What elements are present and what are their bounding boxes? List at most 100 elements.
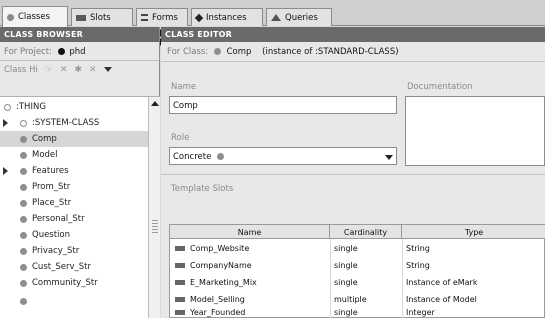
tab-label: Instances [206, 12, 247, 23]
for-class-line: For Class: Comp (instance of :STANDARD-C… [161, 42, 545, 60]
tree-item-community-str[interactable]: Community_Str [0, 275, 148, 291]
tree-item-label: Comp [32, 134, 57, 144]
tab-instances[interactable]: Instances [191, 8, 263, 26]
column-header-name[interactable]: Name [170, 225, 330, 239]
class-dot-icon [217, 153, 224, 160]
slot-cardinality: single [334, 278, 358, 287]
hierarchy-label: Class Hi [4, 64, 38, 75]
tree-item-label: Community_Str [32, 278, 98, 288]
slot-type: String [406, 244, 430, 253]
class-dot-icon [20, 135, 27, 143]
table-row[interactable]: CompanyName single String [170, 257, 545, 274]
role-select[interactable]: Concrete [169, 147, 397, 165]
slot-name: CompanyName [190, 261, 252, 270]
class-dot-icon [20, 279, 27, 287]
slot-name: Comp_Website [190, 244, 250, 253]
class-dot-icon [20, 263, 27, 271]
table-row[interactable]: Year_Founded single Integer [170, 308, 545, 318]
delete-class-icon[interactable]: ✕ [89, 65, 97, 75]
class-dot-icon [20, 215, 27, 223]
slot-type: Integer [406, 308, 435, 317]
class-dot-icon [4, 103, 11, 111]
tree-item-label: Place_Str [32, 198, 72, 208]
tab-label: Queries [285, 12, 318, 23]
project-dot-icon [57, 48, 65, 55]
chevron-down-icon[interactable] [385, 155, 393, 160]
slot-name: Year_Founded [190, 308, 246, 317]
slot-type: Instance of Model [406, 295, 477, 304]
queries-triangle-icon [271, 14, 281, 21]
class-dot-icon [20, 183, 27, 191]
slot-type: Instance of eMark [406, 278, 478, 287]
instance-of-text: (instance of :STANDARD-CLASS) [262, 47, 399, 57]
find-user-icon[interactable]: ☞ [45, 65, 53, 75]
project-label: For Project: [4, 47, 52, 57]
slot-cardinality: single [334, 261, 358, 270]
class-browser-header: CLASS BROWSER [0, 27, 159, 42]
tab-label: Slots [90, 12, 111, 23]
tree-item-label: Personal_Str [32, 214, 85, 224]
class-tree[interactable]: :THING :SYSTEM-CLASS Comp Model Features… [0, 96, 160, 318]
tab-classes[interactable]: Classes [2, 6, 68, 27]
tree-item-label: Question [32, 230, 71, 240]
table-row[interactable]: Model_Selling multiple Instance of Model [170, 291, 545, 308]
tree-item-label: Model [32, 150, 58, 160]
tree-item-thing[interactable]: :THING [0, 99, 148, 115]
create-subclass-icon[interactable]: ✱ [74, 65, 82, 75]
template-slots-label: Template Slots [171, 184, 234, 194]
slot-icon [175, 246, 185, 251]
tab-label: Classes [18, 12, 51, 22]
slot-name-cell: CompanyName [170, 257, 330, 274]
forms-icon [141, 14, 148, 21]
tree-item-comp[interactable]: Comp [0, 131, 148, 147]
slot-cardinality: single [334, 244, 358, 253]
class-name: Comp [226, 47, 252, 57]
for-class-label: For Class: [167, 47, 209, 57]
tab-forms[interactable]: Forms [136, 8, 188, 26]
class-dot-icon [213, 48, 221, 55]
column-header-type[interactable]: Type [402, 225, 545, 239]
tree-item-system-class[interactable]: :SYSTEM-CLASS [0, 115, 148, 131]
template-slots-table[interactable]: Name Cardinality Type Comp_Website singl… [169, 224, 545, 318]
scroll-up-icon[interactable] [151, 101, 159, 106]
hierarchy-toolbar: Class Hi ☞ ✕ ✱ ✕ [0, 60, 159, 78]
slot-icon [175, 310, 185, 315]
slot-cardinality: single [334, 308, 358, 317]
column-header-cardinality[interactable]: Cardinality [330, 225, 402, 239]
class-dot-icon [7, 13, 14, 21]
tab-slots[interactable]: Slots [71, 8, 133, 26]
slot-name-cell: E_Marketing_Mix [170, 274, 330, 291]
documentation-field[interactable] [405, 96, 545, 166]
tree-item-question[interactable]: Question [0, 227, 148, 243]
class-dot-icon [20, 199, 27, 207]
table-row[interactable]: Comp_Website single String [170, 240, 545, 257]
tree-item-place-str[interactable]: Place_Str [0, 195, 148, 211]
tree-item-features[interactable]: Features [0, 163, 148, 179]
tree-item-prom-str[interactable]: Prom_Str [0, 179, 148, 195]
divider [161, 61, 545, 62]
instances-diamond-icon [194, 13, 204, 22]
slot-icon [175, 263, 185, 268]
slot-icon [175, 280, 185, 285]
tree-item-cust-serv-str[interactable]: Cust_Serv_Str [0, 259, 148, 275]
slot-type: String [406, 261, 430, 270]
class-dot-icon [20, 151, 27, 159]
documentation-label: Documentation [407, 82, 473, 92]
scroll-grip-icon[interactable] [152, 219, 158, 233]
class-browser-panel: CLASS BROWSER For Project: phd Class Hi … [0, 27, 160, 318]
tree-scrollbar[interactable] [148, 97, 160, 318]
tab-queries[interactable]: Queries [266, 8, 332, 26]
project-line: For Project: phd [0, 42, 159, 60]
tree-item-model[interactable]: Model [0, 147, 148, 163]
tree-item-privacy-str[interactable]: Privacy_Str [0, 243, 148, 259]
create-class-icon[interactable]: ✕ [60, 65, 68, 75]
table-row[interactable]: E_Marketing_Mix single Instance of eMark [170, 274, 545, 291]
tree-item-personal-str[interactable]: Personal_Str [0, 211, 148, 227]
name-field[interactable]: Comp [169, 96, 397, 114]
chevron-down-icon[interactable] [103, 67, 112, 72]
tree-item-label: :THING [16, 102, 46, 112]
tree-item-partial [0, 293, 148, 309]
project-name: phd [69, 47, 86, 57]
tab-bar: Classes Slots Forms Instances Queries [0, 0, 545, 27]
class-dot-icon [20, 297, 27, 305]
